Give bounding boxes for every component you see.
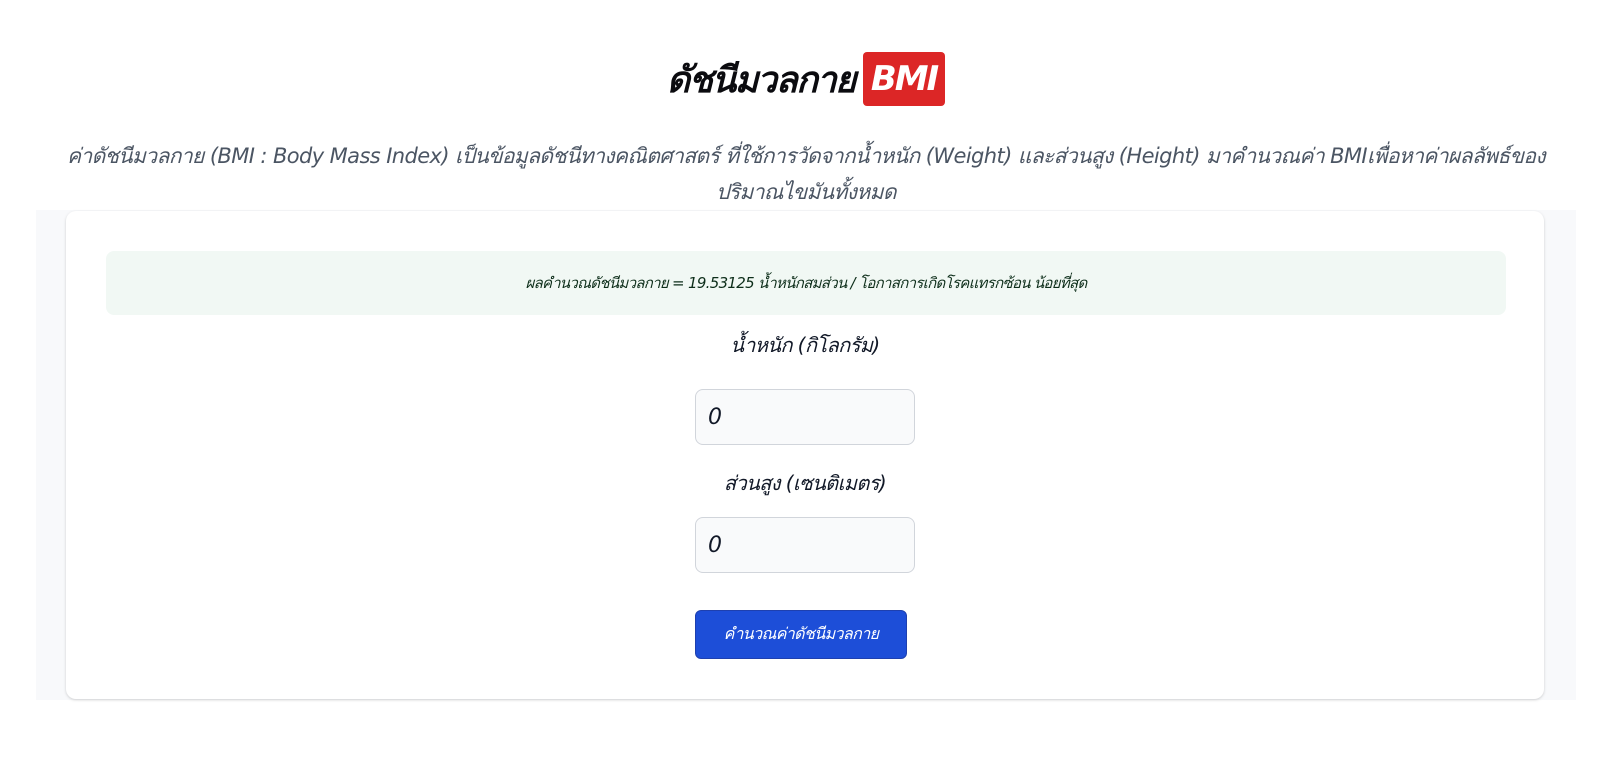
title-text: ดัชนีมวลกาย <box>666 59 857 101</box>
bmi-form-card: ผลคำนวณดัชนีมวลกาย = 19.53125 น้ำหนักสมส… <box>66 211 1544 699</box>
height-label: ส่วนสูง (เซนติเมตร) <box>723 471 887 495</box>
page-title: ดัชนีมวลกาย BMI <box>0 50 1612 108</box>
weight-label: น้ำหนัก (กิโลกรัม) <box>730 333 880 357</box>
page-description: ค่าดัชนีมวลกาย (BMI : Body Mass Index) เ… <box>66 144 1546 204</box>
calculate-button[interactable]: คำนวณค่าดัชนีมวลกาย <box>695 610 907 659</box>
height-input[interactable] <box>695 517 915 573</box>
bmi-badge: BMI <box>862 52 946 106</box>
weight-input[interactable] <box>695 389 915 445</box>
bmi-page: ดัชนีมวลกาย BMI ค่าดัชนีมวลกาย (BMI : Bo… <box>0 0 1612 771</box>
result-message: ผลคำนวณดัชนีมวลกาย = 19.53125 น้ำหนักสมส… <box>106 251 1506 315</box>
